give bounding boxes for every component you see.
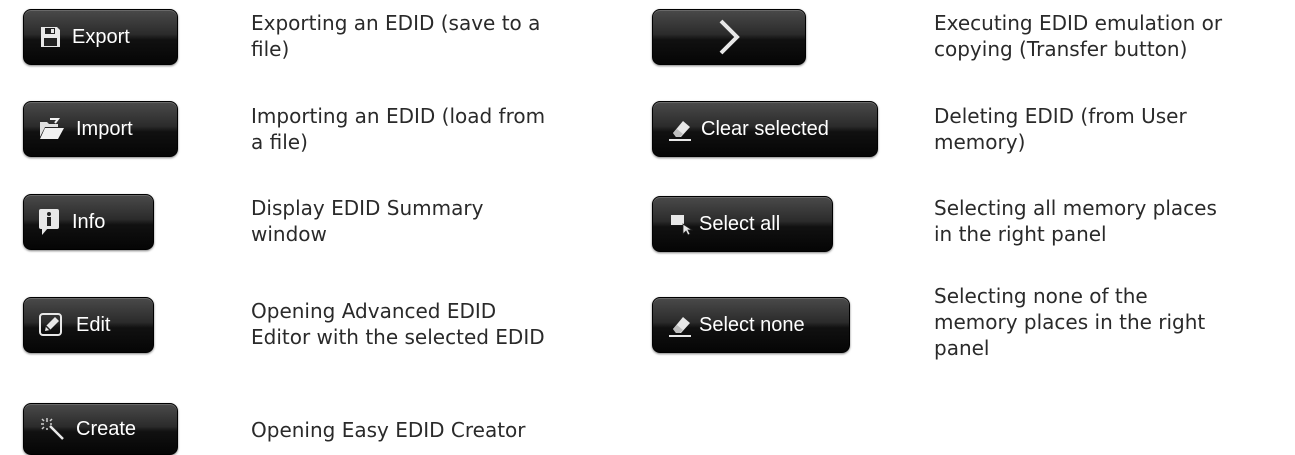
edit-button-label: Edit [76,313,111,336]
info-button-label: Info [72,210,106,233]
select-none-button-label: Select none [699,313,805,336]
folder-open-icon [38,117,66,141]
info-description: Display EDID Summary window [251,196,484,246]
transfer-description: Executing EDID emulation or copying (Tra… [934,11,1223,61]
import-description: Importing an EDID (load from a file) [251,104,546,154]
export-description: Exporting an EDID (save to a file) [251,11,541,61]
info-icon [38,208,60,236]
select-all-button[interactable]: Select all [652,196,833,252]
eraser-icon [667,115,695,143]
info-button[interactable]: Info [23,194,154,250]
create-button[interactable]: Create [23,403,178,455]
create-description: Opening Easy EDID Creator [251,418,526,442]
chevron-right-icon [716,18,742,56]
import-button[interactable]: Import [23,101,178,157]
export-button[interactable]: Export [23,9,178,65]
eraser-icon [667,311,695,339]
select-all-description: Selecting all memory places in the right… [934,196,1217,246]
export-button-label: Export [72,25,130,48]
clear-selected-button[interactable]: Clear selected [652,101,878,157]
clear-selected-description: Deleting EDID (from User memory) [934,104,1187,154]
pencil-icon [38,312,64,338]
select-none-description: Selecting none of the memory places in t… [934,284,1206,360]
select-all-button-label: Select all [699,212,781,235]
create-button-label: Create [76,417,137,440]
import-button-label: Import [76,117,133,140]
edit-description: Opening Advanced EDID Editor with the se… [251,299,545,349]
save-icon [38,25,62,49]
select-none-button[interactable]: Select none [652,297,850,353]
transfer-button[interactable] [652,9,806,65]
magic-wand-icon [38,416,66,442]
select-cursor-icon [669,212,693,236]
edit-button[interactable]: Edit [23,297,154,353]
clear-selected-button-label: Clear selected [701,117,829,140]
